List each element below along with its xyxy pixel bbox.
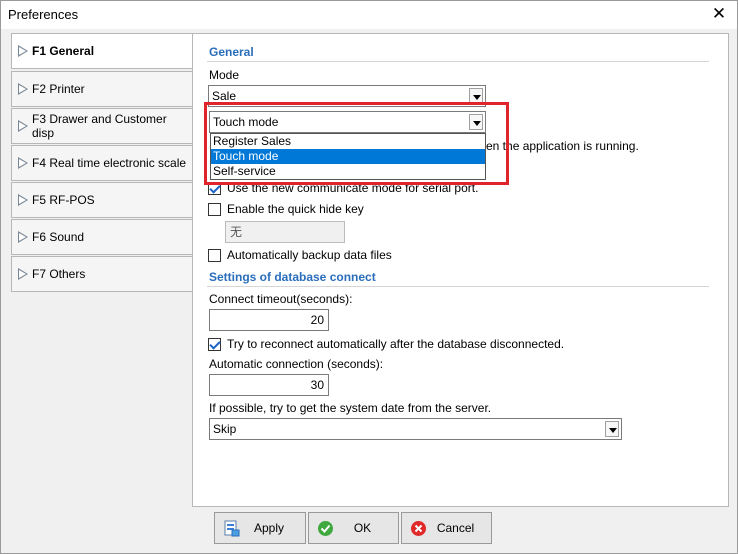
sidebar-item-rf-pos[interactable]: F5 RF-POS <box>11 182 193 218</box>
title-bar: Preferences ✕ <box>1 1 737 29</box>
database-section-title: Settings of database connect <box>209 270 376 284</box>
preferences-window: Preferences ✕ F1 General F2 Printer F3 D… <box>0 0 738 554</box>
auto-connection-label: Automatic connection (seconds): <box>209 357 384 371</box>
serial-mode-checkbox-row[interactable]: Use the new communicate mode for serial … <box>208 181 478 195</box>
settings-panel: General Mode Sale Touch mode en the appl… <box>192 33 729 507</box>
triangle-icon <box>18 231 29 243</box>
section-divider <box>207 61 709 62</box>
timeout-input[interactable]: 20 <box>209 309 329 331</box>
cancel-button[interactable]: Cancel <box>401 512 492 544</box>
mode-select[interactable]: Sale <box>208 85 486 107</box>
sidebar-item-label: F5 RF-POS <box>32 193 95 207</box>
apply-button[interactable]: Apply <box>214 512 306 544</box>
triangle-icon <box>18 45 29 57</box>
ui-mode-select-value: Touch mode <box>213 115 279 129</box>
auto-connection-input[interactable]: 30 <box>209 374 329 396</box>
section-divider <box>207 286 709 287</box>
triangle-icon <box>18 194 29 206</box>
sidebar-item-label: F7 Others <box>32 267 86 281</box>
ok-button[interactable]: OK <box>308 512 399 544</box>
backup-checkbox-row[interactable]: Automatically backup data files <box>208 248 392 262</box>
sidebar-item-label: F4 Real time electronic scale <box>32 156 187 170</box>
ui-mode-dropdown-list: Register Sales Touch mode Self-service <box>210 133 486 180</box>
chevron-down-icon[interactable] <box>469 114 483 130</box>
sidebar-item-sound[interactable]: F6 Sound <box>11 219 193 255</box>
triangle-icon <box>18 157 29 169</box>
sidebar-item-scale[interactable]: F4 Real time electronic scale <box>11 145 193 181</box>
ok-button-label: OK <box>353 521 372 535</box>
serial-mode-label: Use the new communicate mode for serial … <box>227 181 479 195</box>
sidebar-item-label: F6 Sound <box>32 230 85 244</box>
system-date-select-value: Skip <box>213 422 237 436</box>
serial-mode-checkbox[interactable] <box>208 181 221 195</box>
dropdown-option-register-sales[interactable]: Register Sales <box>211 134 485 149</box>
mode-label: Mode <box>209 68 240 82</box>
cancel-button-label: Cancel <box>436 521 475 535</box>
apply-button-label: Apply <box>253 521 285 535</box>
ui-mode-select[interactable]: Touch mode <box>209 111 486 133</box>
quick-hide-checkbox-row[interactable]: Enable the quick hide key <box>208 202 364 216</box>
quick-hide-checkbox[interactable] <box>208 202 221 216</box>
triangle-icon <box>18 268 29 280</box>
dropdown-option-touch-mode[interactable]: Touch mode <box>211 149 485 164</box>
dropdown-option-self-service[interactable]: Self-service <box>211 164 485 179</box>
triangle-icon <box>18 83 29 95</box>
close-icon[interactable]: ✕ <box>701 1 737 29</box>
mode-select-value: Sale <box>212 89 237 103</box>
timeout-label: Connect timeout(seconds): <box>209 292 353 306</box>
reconnect-checkbox-row[interactable]: Try to reconnect automatically after the… <box>208 337 564 351</box>
reconnect-label: Try to reconnect automatically after the… <box>227 337 565 351</box>
sidebar-item-others[interactable]: F7 Others <box>11 256 193 292</box>
quick-hide-label: Enable the quick hide key <box>227 202 364 216</box>
backup-label: Automatically backup data files <box>227 248 392 262</box>
general-section-title: General <box>209 45 254 59</box>
sidebar-item-drawer[interactable]: F3 Drawer and Customer disp <box>11 108 193 144</box>
cancel-icon <box>411 521 426 536</box>
sidebar-item-label: F1 General <box>32 44 95 58</box>
sidebar-item-printer[interactable]: F2 Printer <box>11 71 193 107</box>
triangle-icon <box>18 120 29 132</box>
sidebar-item-general[interactable]: F1 General <box>11 33 194 69</box>
running-partial-label: en the application is running. <box>486 139 639 153</box>
sidebar-item-label: F3 Drawer and Customer disp <box>32 112 167 140</box>
check-icon <box>318 521 333 536</box>
window-title: Preferences <box>8 7 79 22</box>
reconnect-checkbox[interactable] <box>208 337 221 351</box>
system-date-label: If possible, try to get the system date … <box>209 401 492 415</box>
backup-checkbox[interactable] <box>208 248 221 262</box>
system-date-select[interactable]: Skip <box>209 418 622 440</box>
quick-hide-key-field[interactable]: 无 <box>225 221 345 243</box>
chevron-down-icon[interactable] <box>469 88 483 104</box>
chevron-down-icon[interactable] <box>605 421 619 437</box>
sidebar-item-label: F2 Printer <box>32 82 85 96</box>
apply-icon <box>224 520 240 537</box>
